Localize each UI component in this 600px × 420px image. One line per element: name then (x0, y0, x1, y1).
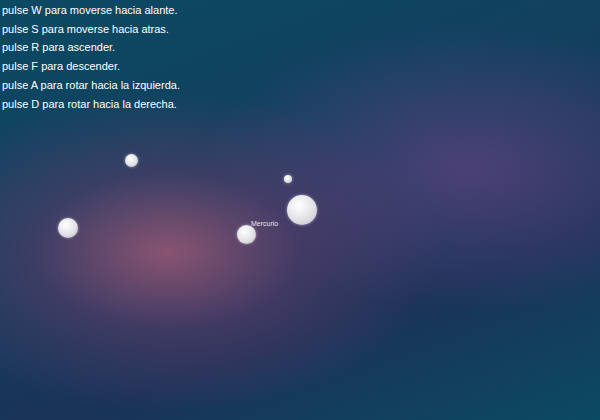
planet[interactable] (125, 154, 138, 167)
space-scene[interactable]: pulse W para moverse hacia alante.pulse … (0, 0, 600, 420)
planet-sphere (284, 175, 292, 183)
planet-sphere (125, 154, 138, 167)
instruction-line: pulse A para rotar hacia la izquierda. (2, 76, 600, 95)
planet[interactable] (284, 175, 292, 183)
instruction-line: pulse S para moverse hacia atras. (2, 20, 600, 39)
instruction-line: pulse F para descender. (2, 57, 600, 76)
instruction-line: pulse W para moverse hacia alante. (2, 1, 600, 20)
planet-sphere (237, 225, 256, 244)
instruction-line: pulse R para ascender. (2, 38, 600, 57)
controls-help: pulse W para moverse hacia alante.pulse … (0, 0, 600, 113)
planet-sphere (287, 195, 317, 225)
planet[interactable]: Mercurio (237, 225, 256, 244)
planet-label: Mercurio (251, 220, 278, 228)
instruction-line: pulse D para rotar hacia la derecha. (2, 95, 600, 114)
planet[interactable] (58, 218, 78, 238)
planet[interactable] (287, 195, 317, 225)
planet-sphere (58, 218, 78, 238)
